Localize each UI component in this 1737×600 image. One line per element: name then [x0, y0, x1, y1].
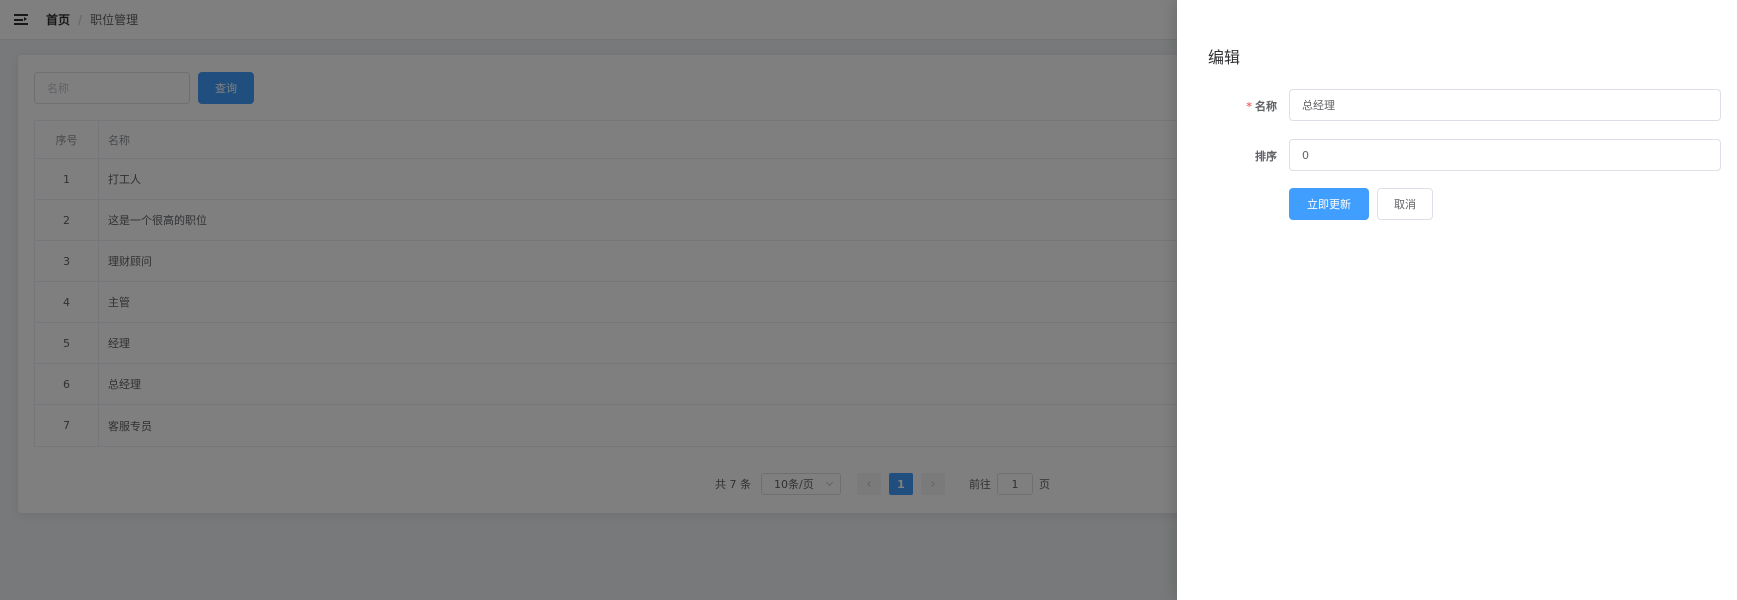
name-field[interactable] — [1289, 89, 1721, 121]
required-mark: * — [1246, 100, 1252, 113]
drawer-title: 编辑 — [1208, 48, 1241, 67]
edit-drawer: 编辑 *名称 排序 立即更新 取消 — [1177, 0, 1737, 600]
sort-field[interactable] — [1289, 139, 1721, 171]
name-field-label: * 名称 — [1197, 98, 1277, 114]
cancel-button[interactable]: 取消 — [1377, 188, 1433, 220]
update-now-button[interactable]: 立即更新 — [1289, 188, 1369, 220]
sort-field-label: 排序 — [1255, 150, 1277, 163]
name-label-text: 名称 — [1255, 100, 1277, 113]
